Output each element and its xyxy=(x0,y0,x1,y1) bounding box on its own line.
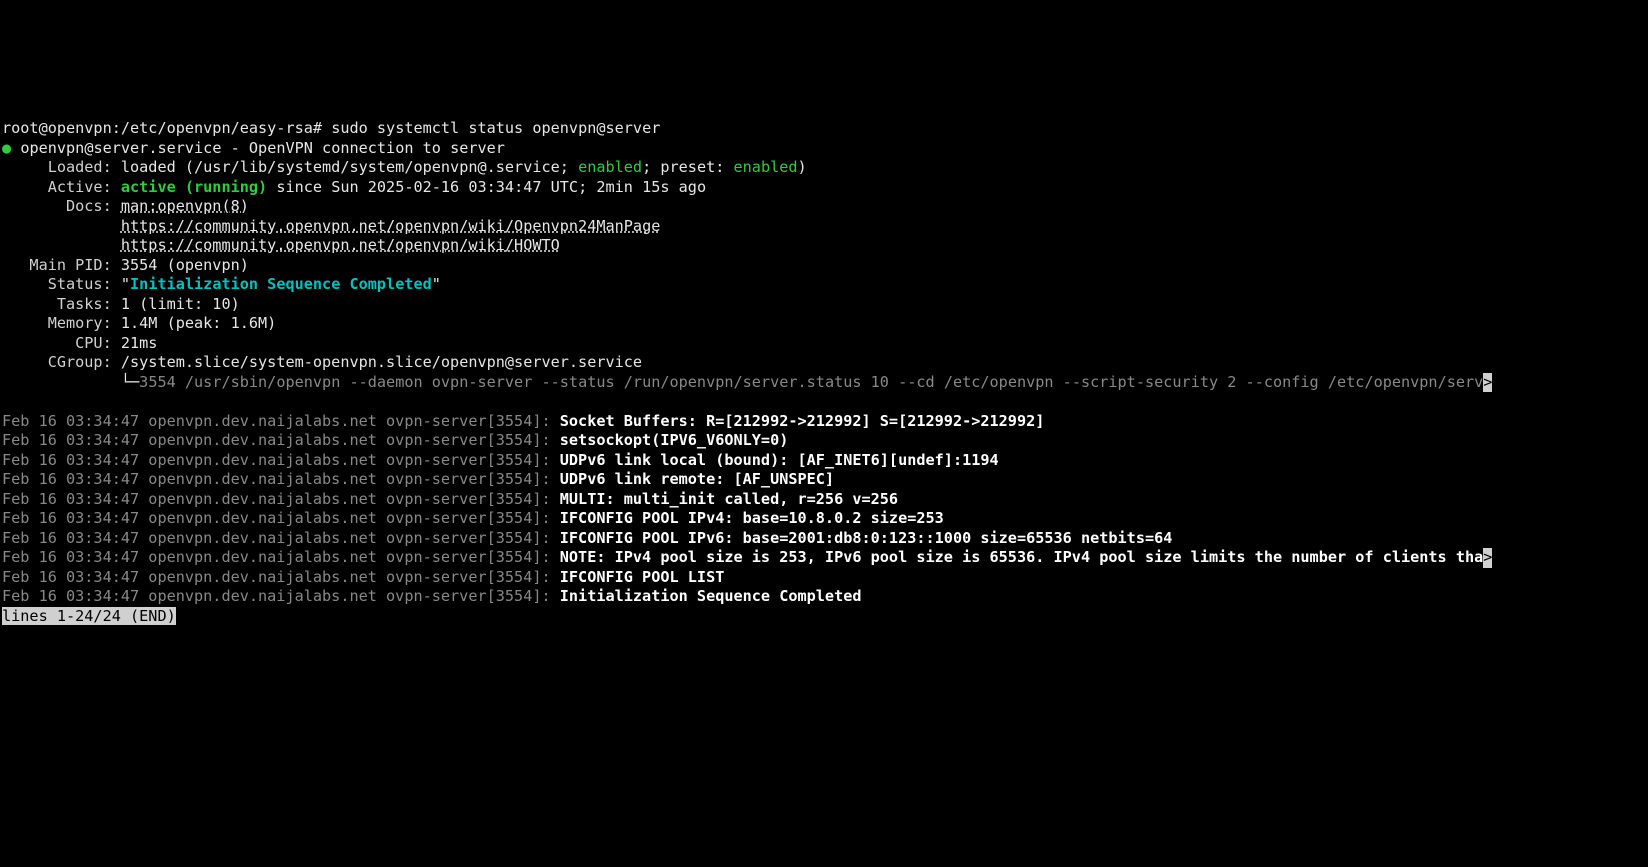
more-right-icon: > xyxy=(1483,373,1492,393)
docs-line-1: Docs: man:openvpn(8) xyxy=(2,197,249,215)
log-line: Feb 16 03:34:47 openvpn.dev.naijalabs.ne… xyxy=(2,529,1172,547)
log-line: Feb 16 03:34:47 openvpn.dev.naijalabs.ne… xyxy=(2,548,1492,566)
terminal-output[interactable]: root@openvpn:/etc/openvpn/easy-rsa# sudo… xyxy=(0,98,1648,627)
process-line: └─3554 /usr/sbin/openvpn --daemon ovpn-s… xyxy=(2,373,1492,391)
pager-status: lines 1-24/24 (END) xyxy=(2,607,176,625)
log-line: Feb 16 03:34:47 openvpn.dev.naijalabs.ne… xyxy=(2,431,788,449)
log-line: Feb 16 03:34:47 openvpn.dev.naijalabs.ne… xyxy=(2,568,724,586)
log-line: Feb 16 03:34:47 openvpn.dev.naijalabs.ne… xyxy=(2,470,834,488)
memory-line: Memory: 1.4M (peak: 1.6M) xyxy=(2,314,276,332)
shell-prompt: root@openvpn:/etc/openvpn/easy-rsa# sudo… xyxy=(2,119,660,137)
log-line: Feb 16 03:34:47 openvpn.dev.naijalabs.ne… xyxy=(2,587,862,605)
blank-line xyxy=(2,392,11,410)
status-line: Status: "Initialization Sequence Complet… xyxy=(2,275,441,293)
loaded-line: Loaded: loaded (/usr/lib/systemd/system/… xyxy=(2,158,807,176)
cpu-line: CPU: 21ms xyxy=(2,334,157,352)
log-line: Feb 16 03:34:47 openvpn.dev.naijalabs.ne… xyxy=(2,509,944,527)
tasks-line: Tasks: 1 (limit: 10) xyxy=(2,295,240,313)
more-right-icon: > xyxy=(1483,548,1492,568)
log-line: Feb 16 03:34:47 openvpn.dev.naijalabs.ne… xyxy=(2,451,999,469)
mainpid-line: Main PID: 3554 (openvpn) xyxy=(2,256,249,274)
cgroup-line: CGroup: /system.slice/system-openvpn.sli… xyxy=(2,353,642,371)
service-header: ● openvpn@server.service - OpenVPN conne… xyxy=(2,139,505,157)
docs-line-2: https://community.openvpn.net/openvpn/wi… xyxy=(2,217,660,235)
log-line: Feb 16 03:34:47 openvpn.dev.naijalabs.ne… xyxy=(2,490,898,508)
active-line: Active: active (running) since Sun 2025-… xyxy=(2,178,706,196)
docs-line-3: https://community.openvpn.net/openvpn/wi… xyxy=(2,236,560,254)
log-line: Feb 16 03:34:47 openvpn.dev.naijalabs.ne… xyxy=(2,412,1044,430)
